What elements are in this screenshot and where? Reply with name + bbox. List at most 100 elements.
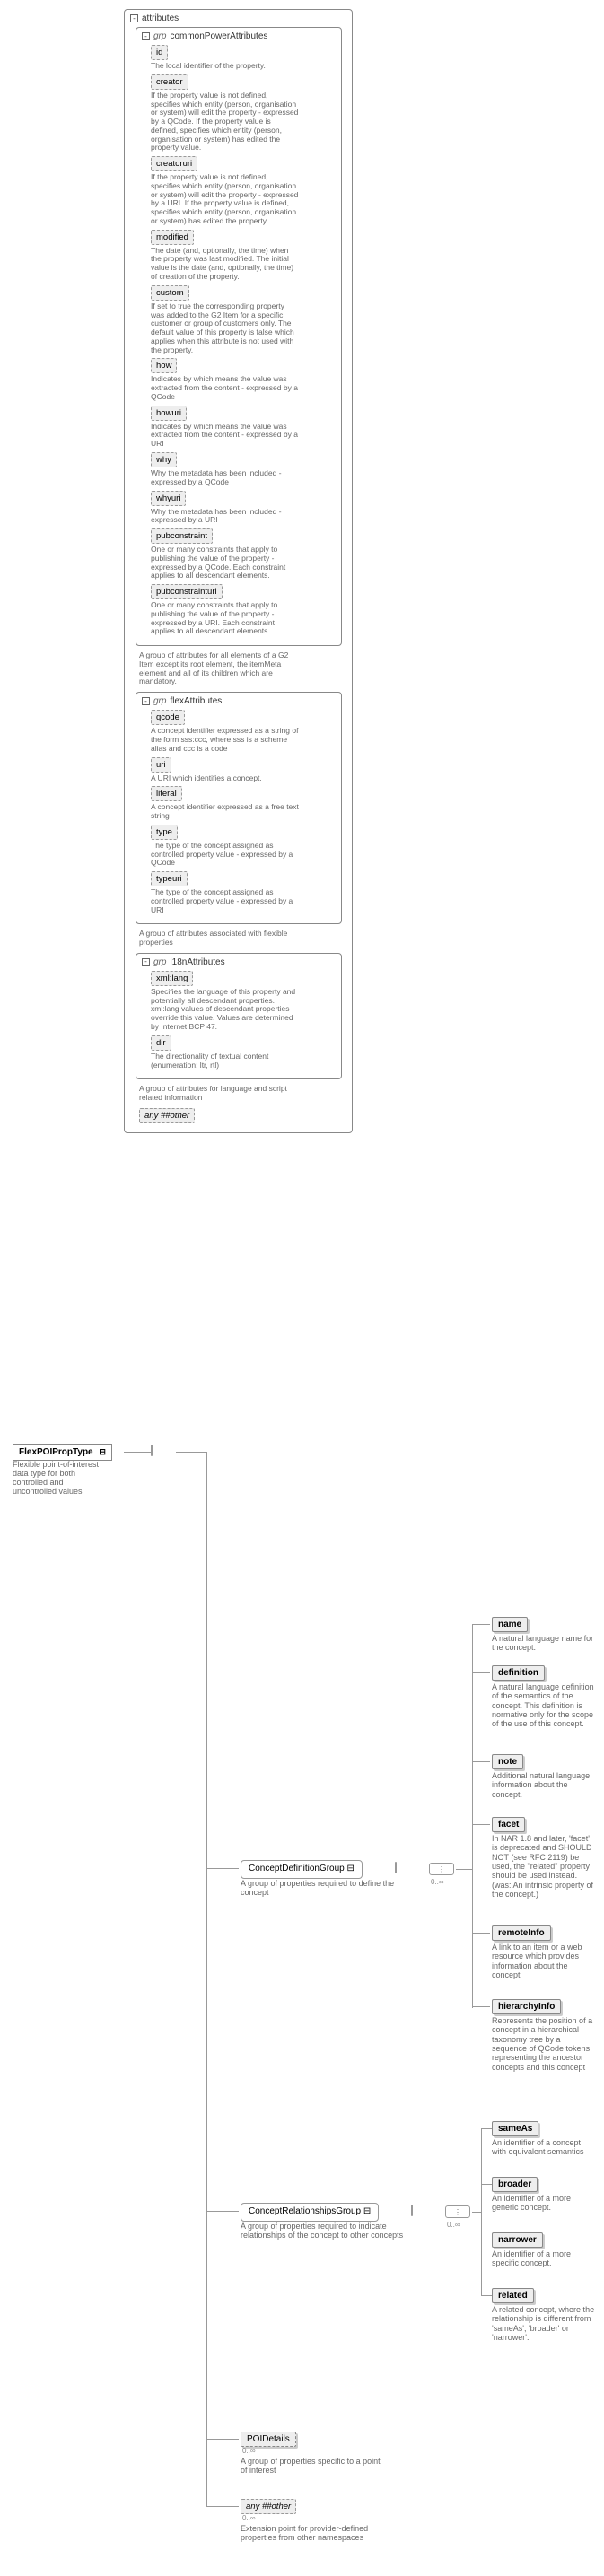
connector bbox=[206, 1452, 207, 2507]
expand-icon: ⊟ bbox=[363, 2206, 371, 2216]
elem-box-label: name bbox=[492, 1617, 528, 1632]
group-box-desc: A group of properties required to indica… bbox=[241, 2222, 411, 2240]
elem-box-desc: A link to an item or a web resource whic… bbox=[492, 1943, 595, 1979]
group-common-desc: A group of attributes for all elements o… bbox=[139, 651, 305, 686]
group-title-row: - grp flexAttributes bbox=[142, 696, 336, 706]
attr-label: xml:lang bbox=[151, 971, 193, 986]
attr-desc: A concept identifier expressed as a stri… bbox=[151, 727, 299, 753]
attr-desc: If set to true the corresponding propert… bbox=[151, 302, 299, 355]
elem-sameAs: sameAs An identifier of a concept with e… bbox=[492, 2121, 595, 2157]
attr-label: type bbox=[151, 825, 178, 840]
attr-desc: A URI which identifies a concept. bbox=[151, 774, 299, 783]
elem-box-desc: Represents the position of a concept in … bbox=[492, 2016, 595, 2072]
collapse-icon[interactable]: - bbox=[142, 697, 150, 705]
attr-creator: creator If the property value is not def… bbox=[151, 74, 336, 153]
group-box-desc: A group of properties required to define… bbox=[241, 1879, 398, 1898]
attr-desc: Why the metadata has been included - exp… bbox=[151, 508, 299, 526]
attr-desc: Why the metadata has been included - exp… bbox=[151, 469, 299, 487]
elem-box-label: broader bbox=[492, 2177, 538, 2192]
elem-hierarchyInfo: hierarchyInfo Represents the position of… bbox=[492, 1999, 595, 2072]
attr-desc: One or many constraints that apply to pu… bbox=[151, 546, 299, 581]
collapse-icon[interactable]: - bbox=[130, 14, 138, 22]
elem-box-label: note bbox=[492, 1754, 523, 1769]
group-box-label: ConceptRelationshipsGroup bbox=[249, 2206, 361, 2216]
group-title-row: - grp commonPowerAttributes bbox=[142, 31, 336, 41]
attr-why: why Why the metadata has been included -… bbox=[151, 452, 336, 487]
connector bbox=[472, 1933, 490, 1934]
attr-id: id The local identifier of the property. bbox=[151, 45, 336, 71]
attr-desc: If the property value is not defined, sp… bbox=[151, 173, 299, 226]
group-flex-desc: A group of attributes associated with fl… bbox=[139, 930, 305, 947]
connector bbox=[472, 1624, 490, 1625]
elem-remoteInfo: remoteInfo A link to an item or a web re… bbox=[492, 1925, 595, 1979]
connector bbox=[481, 2295, 492, 2296]
connector bbox=[456, 1869, 472, 1870]
attr-label: uri bbox=[151, 757, 171, 773]
cardinality: 0..∞ bbox=[447, 2221, 460, 2229]
connector bbox=[206, 2506, 239, 2507]
attr-desc: Indicates by which means the value was e… bbox=[151, 375, 299, 401]
elem-box-desc: A group of properties specific to a poin… bbox=[241, 2457, 384, 2476]
cardinality: 0..∞ bbox=[242, 2447, 384, 2455]
cardinality: 0..∞ bbox=[431, 1878, 444, 1886]
elem-poidetails: POIDetails 0..∞ A group of properties sp… bbox=[241, 2432, 384, 2476]
elem-box-desc: A related concept, where the relationshi… bbox=[492, 2305, 595, 2342]
connector bbox=[206, 2439, 239, 2440]
collapse-icon[interactable]: - bbox=[142, 958, 150, 966]
grp-prefix: grp bbox=[153, 957, 166, 967]
elem-box-desc: An identifier of a more generic concept. bbox=[492, 2194, 595, 2213]
cardinality: 0..∞ bbox=[242, 2514, 384, 2522]
attr-desc: The directionality of textual content (e… bbox=[151, 1052, 299, 1070]
elem-box-label: facet bbox=[492, 1817, 525, 1832]
expand-icon: ⊟ bbox=[99, 1447, 106, 1456]
attr-dir: dir The directionality of textual conten… bbox=[151, 1035, 336, 1070]
group-box-label: ConceptDefinitionGroup bbox=[249, 1864, 345, 1873]
elem-box-desc: A natural language definition of the sem… bbox=[492, 1682, 595, 1729]
grp-prefix: grp bbox=[153, 696, 166, 706]
sequence-compositor-icon bbox=[151, 1445, 153, 1455]
attr-label: creatoruri bbox=[151, 156, 197, 171]
attr-desc: The type of the concept assigned as cont… bbox=[151, 842, 299, 868]
elem-extension-any: any ##other 0..∞ Extension point for pro… bbox=[241, 2499, 384, 2543]
elem-box-desc: An identifier of a more specific concept… bbox=[492, 2249, 595, 2268]
attr-typeuri: typeuri The type of the concept assigned… bbox=[151, 871, 336, 914]
elem-definition: definition A natural language definition… bbox=[492, 1665, 595, 1729]
elem-broader: broader An identifier of a more generic … bbox=[492, 2177, 595, 2213]
attr-label: typeuri bbox=[151, 871, 188, 886]
connector bbox=[472, 1824, 490, 1825]
elem-name: name A natural language name for the con… bbox=[492, 1617, 595, 1653]
attr-label: id bbox=[151, 45, 168, 60]
group-i18nAttributes: - grp i18nAttributes xml:lang Specifies … bbox=[136, 953, 342, 1079]
attr-how: how Indicates by which means the value w… bbox=[151, 358, 336, 401]
group-title-row: - grp i18nAttributes bbox=[142, 957, 336, 967]
root-type-label: FlexPOIPropType bbox=[19, 1447, 93, 1457]
elem-box-desc: Additional natural language information … bbox=[492, 1771, 595, 1799]
elem-box-label: definition bbox=[492, 1665, 545, 1681]
elem-note: note Additional natural language informa… bbox=[492, 1754, 595, 1799]
connector bbox=[206, 2211, 239, 2212]
connector bbox=[481, 2128, 482, 2295]
attr-desc: Specifies the language of this property … bbox=[151, 988, 299, 1032]
attr-type: type The type of the concept assigned as… bbox=[151, 825, 336, 868]
elem-box-desc: In NAR 1.8 and later, 'facet' is depreca… bbox=[492, 1834, 595, 1899]
attr-desc: One or many constraints that apply to pu… bbox=[151, 601, 299, 636]
connector bbox=[472, 2212, 481, 2213]
expand-icon: ⊟ bbox=[347, 1864, 355, 1873]
root-type-box: FlexPOIPropType ⊟ bbox=[13, 1444, 112, 1461]
group-name: flexAttributes bbox=[170, 696, 222, 706]
connector bbox=[472, 1672, 490, 1673]
elem-box-label: any ##other bbox=[241, 2499, 296, 2514]
elem-box-label: sameAs bbox=[492, 2121, 538, 2136]
attributes-container: - attributes - grp commonPowerAttributes… bbox=[124, 9, 353, 1133]
attributes-title-row: - attributes bbox=[130, 13, 346, 23]
collapse-icon[interactable]: - bbox=[142, 32, 150, 40]
group-name: i18nAttributes bbox=[170, 957, 224, 967]
group-commonPowerAttributes: - grp commonPowerAttributes id The local… bbox=[136, 27, 342, 646]
attr-label: creator bbox=[151, 74, 188, 90]
connector bbox=[472, 2006, 490, 2007]
elem-box-label: POIDetails bbox=[241, 2432, 296, 2447]
attr-literal: literal A concept identifier expressed a… bbox=[151, 786, 336, 821]
connector bbox=[196, 1452, 206, 1453]
elem-box-label: hierarchyInfo bbox=[492, 1999, 561, 2014]
attributes-title: attributes bbox=[142, 13, 179, 23]
